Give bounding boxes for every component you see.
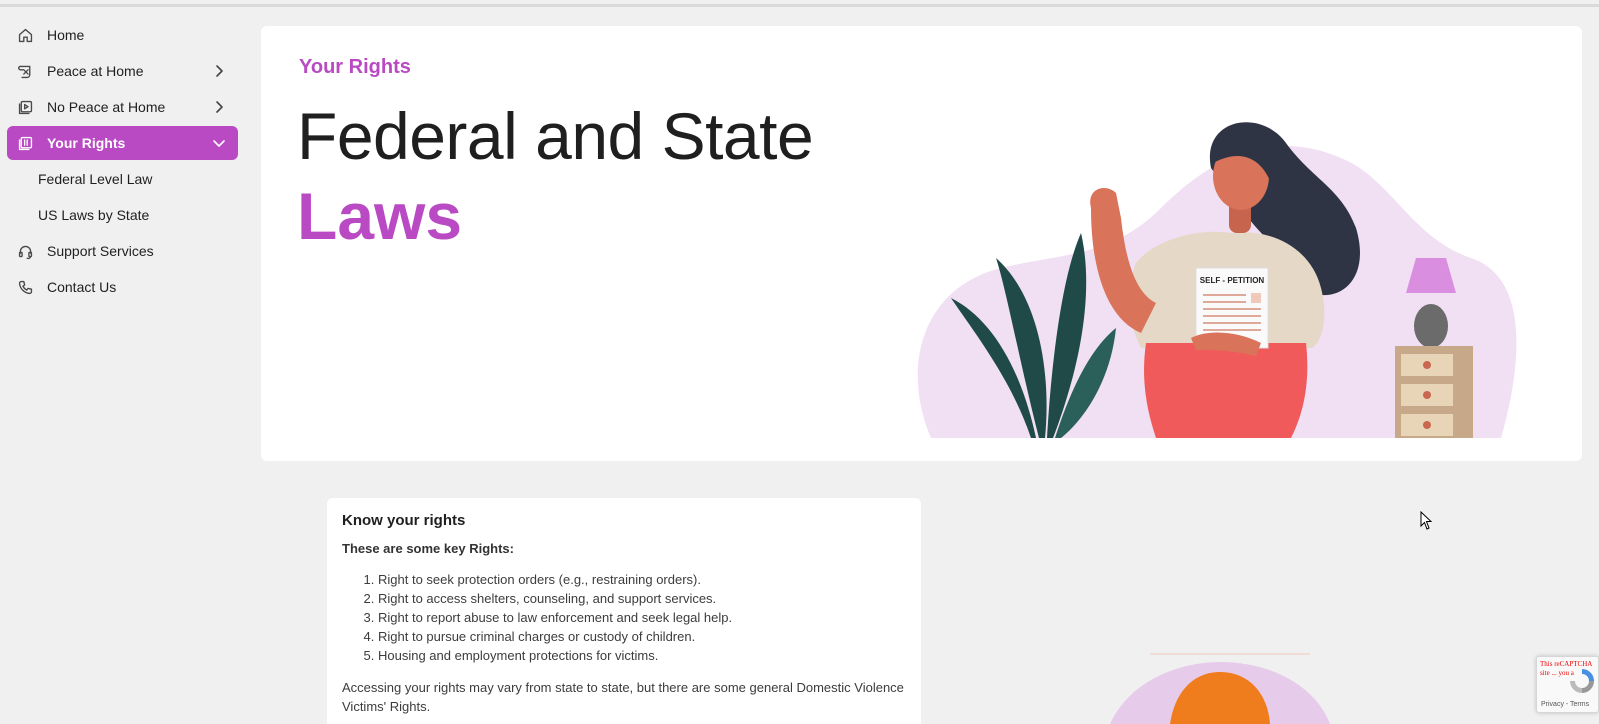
sidebar-subitem-federal-level-law[interactable]: Federal Level Law <box>7 162 238 196</box>
card-paragraph: Accessing your rights may vary from stat… <box>342 680 904 714</box>
sidebar-item-home[interactable]: Home <box>7 18 238 52</box>
headset-icon <box>16 242 34 260</box>
video-library-icon <box>16 98 34 116</box>
sidebar-item-label: Your Rights <box>47 135 126 151</box>
recaptcha-terms-link[interactable]: Privacy - Terms <box>1541 701 1589 708</box>
sidebar-item-label: Home <box>47 27 85 43</box>
sidebar-item-label: Contact Us <box>47 279 117 295</box>
sidebar-subitem-label: Federal Level Law <box>38 171 153 187</box>
chevron-down-icon <box>212 136 226 150</box>
hero-banner: Your Rights Federal and State Laws SELF … <box>261 26 1582 461</box>
card-title: Know your rights <box>342 512 466 529</box>
document-label: SELF - PETITION <box>1200 276 1265 285</box>
list-item: Right to report abuse to law enforcement… <box>378 608 906 627</box>
sidebar-item-label: Peace at Home <box>47 63 144 79</box>
sidebar-item-label: Support Services <box>47 243 154 259</box>
sidebar-subitem-us-laws-by-state[interactable]: US Laws by State <box>7 198 238 232</box>
sidebar-item-no-peace-at-home[interactable]: No Peace at Home <box>7 90 238 124</box>
card-subtitle: These are some key Rights: <box>342 541 514 556</box>
book-icon <box>16 134 34 152</box>
home-icon <box>16 26 34 44</box>
sidebar-subitem-label: US Laws by State <box>38 207 150 223</box>
hero-title-line2: Laws <box>297 179 463 253</box>
sidebar-item-your-rights[interactable]: Your Rights <box>7 126 238 160</box>
phone-icon <box>16 278 34 296</box>
recaptcha-icon <box>1570 669 1594 693</box>
sidebar-item-support-services[interactable]: Support Services <box>7 234 238 268</box>
list-item: Housing and employment protections for v… <box>378 646 906 665</box>
hero-title-line1: Federal and State <box>297 99 814 173</box>
sidebar-item-peace-at-home[interactable]: Peace at Home <box>7 54 238 88</box>
list-item: Right to seek protection orders (e.g., r… <box>378 570 906 589</box>
bottom-illustration <box>1110 653 1330 724</box>
hero-illustration: SELF - PETITION <box>917 122 1517 438</box>
top-border <box>0 4 1599 7</box>
know-your-rights-card: Know your rights These are some key Righ… <box>327 498 921 724</box>
chevron-right-icon <box>212 100 226 114</box>
rights-list: Right to seek protection orders (e.g., r… <box>378 570 906 665</box>
sidebar-item-label: No Peace at Home <box>47 99 166 115</box>
list-item: Right to access shelters, counseling, an… <box>378 589 906 608</box>
sidebar: Home Peace at Home No Peace at Home Your… <box>0 18 245 306</box>
list-item: Right to pursue criminal charges or cust… <box>378 627 906 646</box>
mouse-cursor-icon <box>1420 511 1433 530</box>
scroll-icon <box>16 62 34 80</box>
sidebar-item-contact-us[interactable]: Contact Us <box>7 270 238 304</box>
hero-eyebrow: Your Rights <box>299 56 411 78</box>
chevron-right-icon <box>212 64 226 78</box>
recaptcha-badge[interactable]: This reCAPTCHA site ... you a Privacy - … <box>1536 656 1599 713</box>
